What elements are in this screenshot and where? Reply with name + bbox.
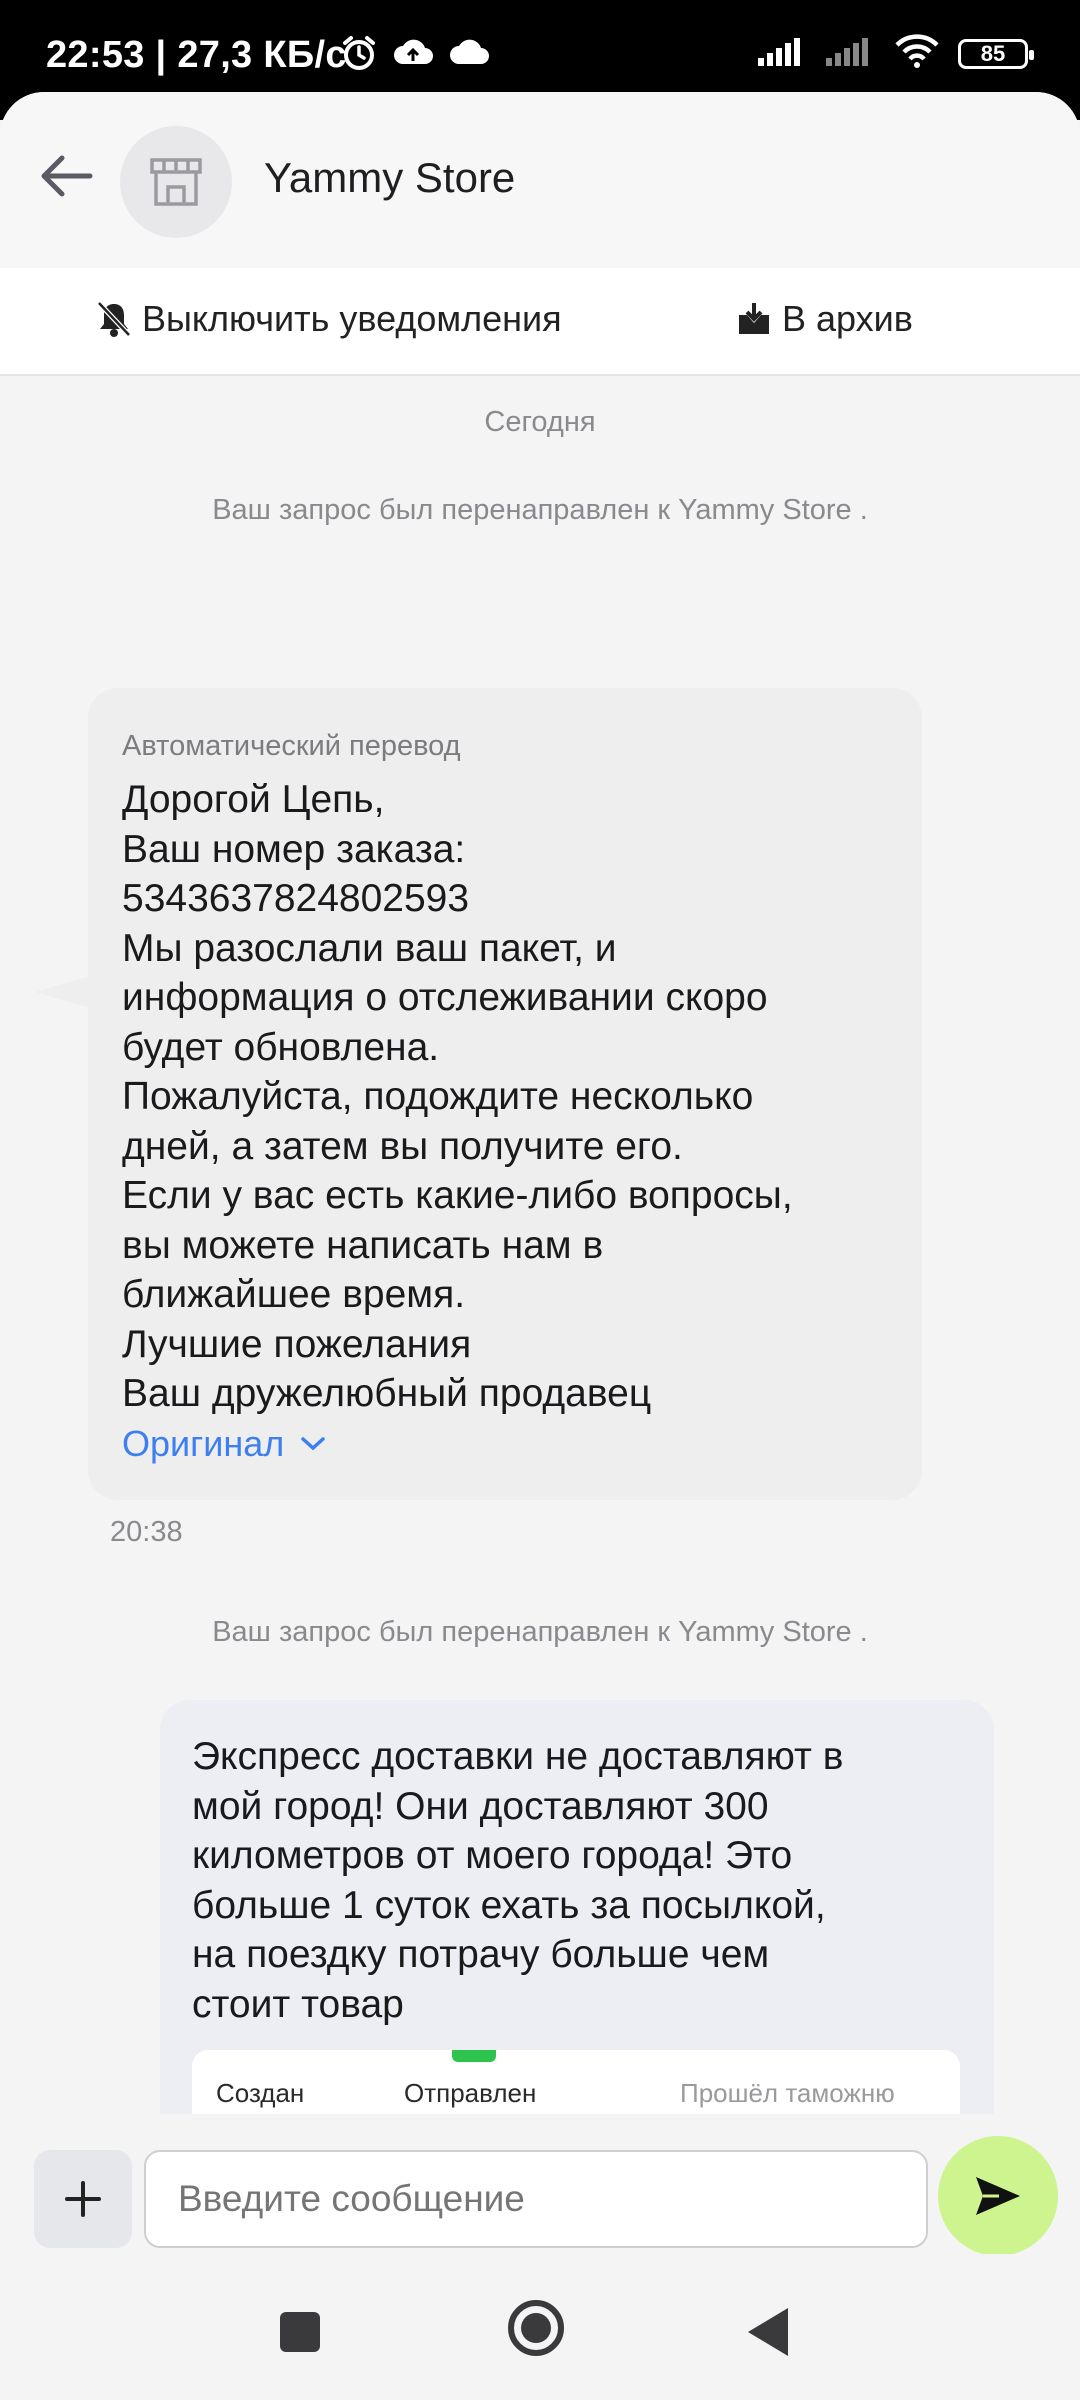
system-navigation-bar — [0, 2254, 1080, 2400]
message-line: Ваш номер заказа: — [122, 827, 466, 871]
chevron-down-icon — [301, 1436, 326, 1450]
tracking-progress-indicator — [452, 2050, 496, 2062]
battery-icon: 85 — [958, 38, 1034, 69]
plus-icon — [65, 2181, 101, 2217]
send-button[interactable] — [938, 2136, 1058, 2256]
system-note: Ваш запрос был перенаправлен к Yammy Sto… — [212, 1616, 868, 1648]
tracking-card[interactable]: Создан Отправлен Прошёл таможню — [192, 2050, 960, 2114]
message-line: Экспресс доставки не доставляют в — [192, 1735, 844, 1778]
message-line: больше 1 суток ехать за посылкой, — [192, 1883, 826, 1927]
message-list[interactable]: Сегодня Ваш запрос был перенаправлен к Y… — [0, 284, 1080, 2114]
home-dot-icon — [521, 2313, 551, 2343]
outgoing-message-bubble[interactable]: Экспресс доставки не доставляют в мой го… — [160, 1700, 994, 2114]
status-time: 22:53 | 27,3 КБ/с — [46, 34, 347, 76]
outgoing-message-text: Экспресс доставки не доставляют в мой го… — [192, 1732, 962, 2029]
system-note: Ваш запрос был перенаправлен к Yammy Sto… — [212, 494, 868, 526]
chat-header: Yammy Store — [0, 92, 1080, 268]
back-button[interactable] — [34, 144, 98, 208]
status-left-icons — [340, 34, 490, 77]
message-line: Если у вас есть какие-либо вопросы, — [122, 1174, 793, 1217]
tracking-step-customs: Прошёл таможню — [680, 2078, 895, 2108]
incoming-message-text: Дорогой Цепь, Ваш номер заказа: 53436378… — [122, 775, 888, 1419]
message-line: информация о отслеживании скоро — [122, 976, 768, 1019]
show-original-link[interactable]: Оригинал — [122, 1419, 888, 1469]
message-line: Мы разослали ваш пакет, и — [122, 926, 617, 970]
arrow-left-icon — [41, 155, 93, 197]
signal-icon — [758, 36, 808, 71]
message-line: Дорогой Цепь, — [122, 778, 385, 821]
message-line: мой город! Они доставляют 300 — [192, 1784, 769, 1828]
cloud-icon — [448, 38, 490, 73]
message-line: Ваш дружелюбный продавец — [122, 1372, 652, 1415]
incoming-message-bubble[interactable]: Автоматический перевод Дорогой Цепь, Ваш… — [88, 688, 922, 1500]
status-right-icons: 85 — [758, 34, 1034, 73]
message-line: Лучшие пожелания — [122, 1322, 472, 1366]
message-line: стоит товар — [192, 1982, 404, 2026]
tracking-step-shipped: Отправлен — [404, 2078, 537, 2108]
store-avatar[interactable] — [120, 126, 232, 238]
message-line: будет обновлена. — [122, 1025, 440, 1069]
message-input[interactable] — [144, 2150, 928, 2248]
message-line: 5343637824802593 — [122, 877, 470, 920]
signal-icon — [826, 36, 876, 71]
storefront-icon — [150, 158, 202, 206]
chat-title: Yammy Store — [264, 154, 516, 201]
tracking-step-created: Создан — [216, 2078, 305, 2108]
day-separator: Сегодня — [484, 406, 596, 438]
send-icon — [976, 2177, 1020, 2215]
message-line: ближайшее время. — [122, 1273, 466, 1316]
message-line: дней, а затем вы получите его. — [122, 1124, 683, 1168]
message-line: Пожалуйста, подождите несколько — [122, 1075, 754, 1118]
recents-button[interactable] — [280, 2312, 320, 2352]
auto-translation-label: Автоматический перевод — [122, 730, 461, 762]
message-composer — [0, 2114, 1080, 2256]
bubble-tail — [36, 976, 90, 1008]
show-original-label: Оригинал — [122, 1422, 285, 1464]
message-line: на поездку потрачу больше чем — [192, 1933, 770, 1976]
wifi-icon — [894, 34, 940, 73]
alarm-icon — [340, 34, 378, 77]
message-line: километров от моего города! Это — [192, 1834, 793, 1877]
message-line: вы можете написать нам в — [122, 1223, 604, 1267]
message-timestamp: 20:38 — [110, 1516, 183, 1548]
system-back-button[interactable] — [748, 2308, 788, 2356]
home-button[interactable] — [508, 2300, 564, 2356]
cloud-upload-icon — [392, 36, 434, 75]
attach-button[interactable] — [34, 2150, 132, 2248]
